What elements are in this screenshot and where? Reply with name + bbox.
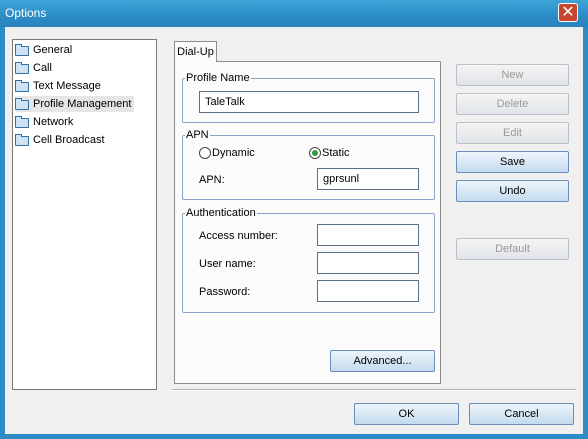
close-icon[interactable]: ✕ xyxy=(558,3,578,22)
tab-dial-up[interactable]: Dial-Up xyxy=(174,41,217,62)
edit-button[interactable]: Edit xyxy=(456,122,569,144)
folder-icon xyxy=(15,80,29,92)
tree-item-label: Profile Management xyxy=(33,98,132,110)
tree-item-label: Call xyxy=(33,62,52,74)
folder-icon xyxy=(15,44,29,56)
tree-item-general[interactable]: General xyxy=(15,42,75,58)
static-label: Static xyxy=(322,147,350,159)
tree-item-profile-management[interactable]: Profile Management xyxy=(15,96,135,112)
static-radio[interactable] xyxy=(309,147,321,159)
tree-item-call[interactable]: Call xyxy=(15,60,55,76)
user-name-label: User name: xyxy=(199,258,256,270)
tree-item-text-message[interactable]: Text Message xyxy=(15,78,104,94)
password-label: Password: xyxy=(199,286,251,298)
folder-icon xyxy=(15,62,29,74)
apn-field[interactable]: gprsunl xyxy=(317,168,419,190)
save-button[interactable]: Save xyxy=(456,151,569,173)
default-button[interactable]: Default xyxy=(456,238,569,260)
undo-button[interactable]: Undo xyxy=(456,180,569,202)
folder-icon xyxy=(15,134,29,146)
title-bar[interactable] xyxy=(0,0,588,27)
ok-button[interactable]: OK xyxy=(354,403,459,425)
access-number-label: Access number: xyxy=(199,230,278,242)
window-title: Options xyxy=(5,6,47,20)
window-frame-right xyxy=(583,27,588,439)
new-button[interactable]: New xyxy=(456,64,569,86)
tree-item-cell-broadcast[interactable]: Cell Broadcast xyxy=(15,132,108,148)
authentication-legend: Authentication xyxy=(185,206,257,220)
tree-item-label: Cell Broadcast xyxy=(33,134,105,146)
profile-name-legend: Profile Name xyxy=(185,71,251,85)
password-field[interactable] xyxy=(317,280,419,302)
advanced-button[interactable]: Advanced... xyxy=(330,350,435,372)
apn-label: APN: xyxy=(199,174,225,186)
delete-button[interactable]: Delete xyxy=(456,93,569,115)
dynamic-label: Dynamic xyxy=(212,147,255,159)
options-tree: General Call Text Message Profile Manage… xyxy=(12,39,157,390)
tree-item-label: Network xyxy=(33,116,74,128)
access-number-field[interactable] xyxy=(317,224,419,246)
cancel-button[interactable]: Cancel xyxy=(469,403,574,425)
tree-item-label: Text Message xyxy=(33,80,101,92)
folder-icon xyxy=(15,116,29,128)
tree-item-network[interactable]: Network xyxy=(15,114,76,130)
window-frame-left xyxy=(0,27,5,439)
apn-legend: APN xyxy=(185,128,210,142)
tree-item-label: General xyxy=(33,44,73,56)
profile-name-field[interactable]: TaleTalk xyxy=(199,91,419,113)
folder-open-icon xyxy=(15,98,29,110)
user-name-field[interactable] xyxy=(317,252,419,274)
separator xyxy=(172,389,576,391)
window-frame-bottom xyxy=(0,434,588,439)
dynamic-radio[interactable] xyxy=(199,147,211,159)
